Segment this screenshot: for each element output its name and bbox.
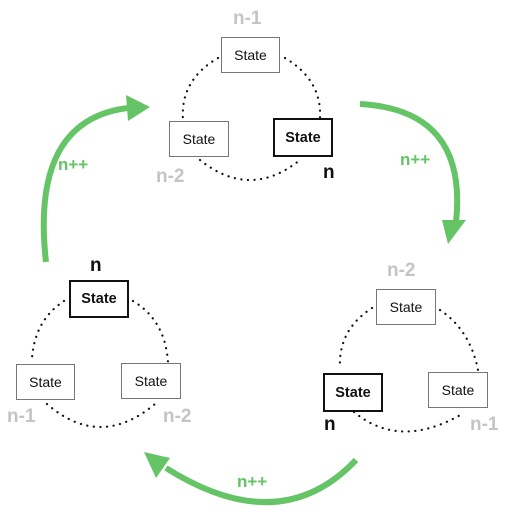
index-label-active: n — [324, 414, 336, 435]
increment-label: n++ — [58, 155, 89, 174]
diagram-canvas — [30, 56, 480, 505]
index-label: n-1 — [470, 414, 499, 435]
index-label: n-1 — [7, 406, 36, 427]
index-label: n-2 — [387, 260, 416, 281]
state-box-active: State — [69, 280, 129, 318]
arrowhead-top-to-right — [442, 220, 466, 244]
arrowhead-right-to-left — [144, 452, 170, 478]
index-label: n-2 — [156, 166, 185, 187]
state-box: State — [16, 364, 75, 400]
state-box: State — [428, 372, 488, 408]
index-label-active: n — [90, 255, 102, 276]
state-box: State — [221, 37, 280, 73]
arrowhead-left-to-top — [126, 95, 150, 121]
index-label-active: n — [323, 162, 335, 183]
state-box: State — [169, 121, 229, 157]
state-box: State — [376, 289, 436, 325]
state-box-active: State — [273, 118, 333, 157]
increment-label: n++ — [400, 150, 431, 169]
index-label: n-1 — [233, 8, 262, 29]
state-box: State — [121, 363, 181, 399]
increment-label: n++ — [237, 472, 268, 491]
index-label: n-2 — [163, 406, 192, 427]
ring-right — [338, 306, 480, 433]
state-box-active: State — [323, 373, 383, 412]
arrow-left-to-top — [40, 105, 129, 263]
